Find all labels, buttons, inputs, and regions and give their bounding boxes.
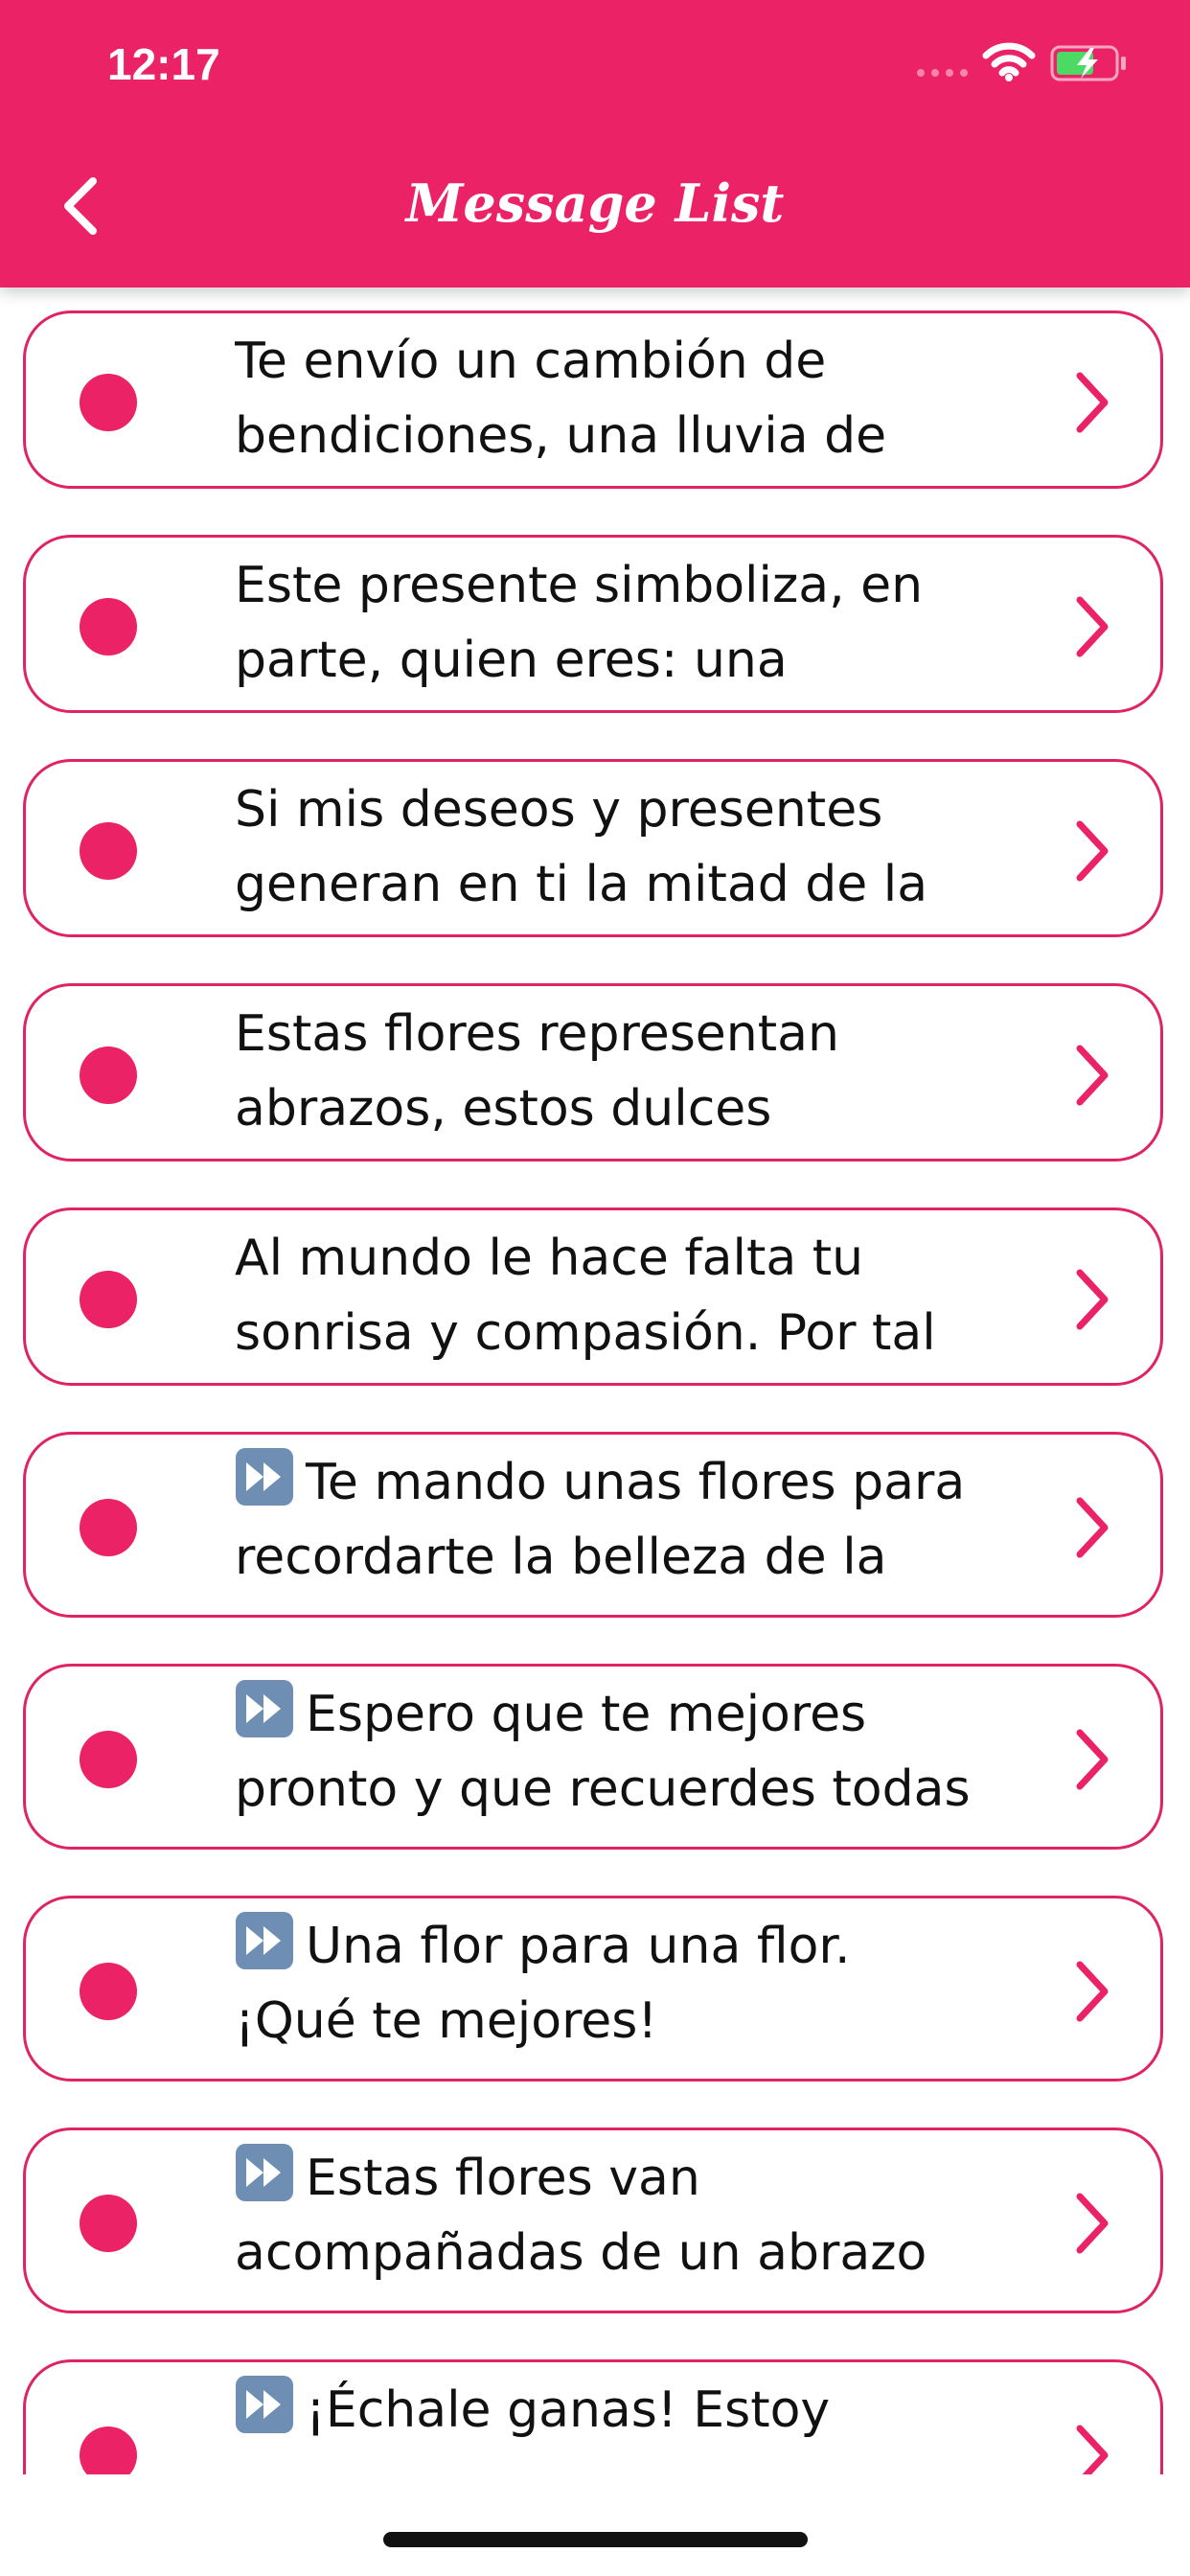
message-line: Al mundo le hace falta tu xyxy=(235,1221,1049,1296)
message-card[interactable]: ¡Échale ganas! Estoy xyxy=(23,2359,1163,2474)
message-text: Estas flores representan abrazos, estos d… xyxy=(235,997,1049,1150)
navigation-bar: 12:17 Message List xyxy=(0,0,1190,288)
dot-icon xyxy=(80,1499,137,1556)
dot-icon xyxy=(80,598,137,656)
message-card[interactable]: Estas flores representan abrazos, estos d… xyxy=(23,983,1163,1162)
dot-icon xyxy=(80,822,137,880)
cellular-signal-icon xyxy=(917,69,968,77)
message-line: Estas flores van xyxy=(235,2141,1049,2216)
message-card[interactable]: Te envío un cambión de bendiciones, una l… xyxy=(23,310,1163,489)
page-title: Message List xyxy=(405,172,785,234)
message-line: Una flor para una flor. xyxy=(235,1909,1049,1984)
message-text: Estas flores van acompañadas de un abrazo xyxy=(235,2141,1049,2294)
message-line-text: Espero que te mejores xyxy=(306,1686,867,1743)
message-line: pronto y que recuerdes todas xyxy=(235,1760,971,1818)
chevron-right-icon[interactable] xyxy=(1068,1041,1114,1110)
message-line: bendiciones, una lluvia de xyxy=(235,407,887,465)
message-text: Al mundo le hace falta tu sonrisa y compa… xyxy=(235,1221,1049,1374)
chevron-right-icon[interactable] xyxy=(1068,2421,1114,2474)
fast-forward-icon xyxy=(236,2376,293,2433)
fast-forward-icon xyxy=(236,1912,293,1969)
message-list[interactable]: Te envío un cambión de bendiciones, una l… xyxy=(0,288,1190,2474)
chevron-right-icon[interactable] xyxy=(1068,1957,1114,2026)
message-line: ¡Échale ganas! Estoy xyxy=(235,2373,1049,2448)
message-line-text: Una flor para una flor. xyxy=(306,1918,851,1975)
message-line-text: Estas flores representan xyxy=(235,1005,839,1063)
message-text: ¡Échale ganas! Estoy xyxy=(235,2373,1049,2474)
dot-icon xyxy=(80,1046,137,1104)
chevron-right-icon[interactable] xyxy=(1068,816,1114,886)
message-line-text: Si mis deseos y presentes xyxy=(235,781,883,839)
message-text: Una flor para una flor. ¡Qué te mejores! xyxy=(235,1909,1049,2062)
dot-icon xyxy=(80,1731,137,1788)
message-text: Si mis deseos y presentes generan en ti l… xyxy=(235,772,1049,926)
message-line-text: Estas flores van xyxy=(306,2150,700,2207)
message-card[interactable]: Te mando unas flores para recordarte la b… xyxy=(23,1432,1163,1618)
dot-icon xyxy=(80,1963,137,2020)
message-line: Si mis deseos y presentes xyxy=(235,772,1049,847)
wifi-icon xyxy=(982,42,1036,81)
message-text: Espero que te mejores pronto y que recuer… xyxy=(235,1677,1049,1830)
message-card[interactable]: Una flor para una flor. ¡Qué te mejores! xyxy=(23,1896,1163,2082)
message-line-text: Te mando unas flores para xyxy=(306,1454,966,1511)
message-line-text: Te envío un cambión de xyxy=(235,333,827,390)
fast-forward-icon xyxy=(236,2144,293,2201)
message-card[interactable]: Estas flores van acompañadas de un abrazo xyxy=(23,2128,1163,2313)
message-line-text: Al mundo le hace falta tu xyxy=(235,1230,864,1287)
message-line: generan en ti la mitad de la xyxy=(235,856,928,913)
message-line: Te envío un cambión de xyxy=(235,324,1049,399)
message-line: Este presente simboliza, en xyxy=(235,548,1049,623)
message-text: Te mando unas flores para recordarte la b… xyxy=(235,1445,1049,1598)
dot-icon xyxy=(80,2195,137,2252)
dot-icon xyxy=(80,374,137,431)
message-line: abrazos, estos dulces xyxy=(235,1080,772,1138)
message-card[interactable]: Si mis deseos y presentes generan en ti l… xyxy=(23,759,1163,937)
battery-charging-icon xyxy=(1050,45,1126,81)
message-text: Este presente simboliza, en parte, quien … xyxy=(235,548,1049,702)
chevron-right-icon[interactable] xyxy=(1068,2189,1114,2258)
chevron-right-icon[interactable] xyxy=(1068,368,1114,437)
message-card[interactable]: Este presente simboliza, en parte, quien … xyxy=(23,535,1163,713)
dot-icon xyxy=(80,2426,137,2474)
fast-forward-icon xyxy=(236,1680,293,1737)
message-line: recordarte la belleza de la xyxy=(235,1529,887,1586)
home-indicator xyxy=(383,2532,808,2547)
fast-forward-icon xyxy=(236,1448,293,1506)
message-line-text: ¡Échale ganas! Estoy xyxy=(306,2381,831,2439)
message-line: acompañadas de un abrazo xyxy=(235,2224,927,2282)
message-line-text: Este presente simboliza, en xyxy=(235,557,924,614)
chevron-right-icon[interactable] xyxy=(1068,1493,1114,1562)
dot-icon xyxy=(80,1271,137,1328)
message-line: ¡Qué te mejores! xyxy=(235,1992,658,2050)
message-line: parte, quien eres: una xyxy=(235,632,788,689)
message-card[interactable]: Al mundo le hace falta tu sonrisa y compa… xyxy=(23,1208,1163,1386)
message-text: Te envío un cambión de bendiciones, una l… xyxy=(235,324,1049,477)
message-line: Te mando unas flores para xyxy=(235,1445,1049,1520)
message-card[interactable]: Espero que te mejores pronto y que recuer… xyxy=(23,1664,1163,1850)
chevron-right-icon[interactable] xyxy=(1068,592,1114,661)
message-line: Estas flores representan xyxy=(235,997,1049,1071)
message-line: sonrisa y compasión. Por tal xyxy=(235,1304,936,1362)
message-line: Espero que te mejores xyxy=(235,1677,1049,1752)
chevron-right-icon[interactable] xyxy=(1068,1265,1114,1334)
chevron-right-icon[interactable] xyxy=(1068,1725,1114,1794)
status-time: 12:17 xyxy=(107,39,220,89)
